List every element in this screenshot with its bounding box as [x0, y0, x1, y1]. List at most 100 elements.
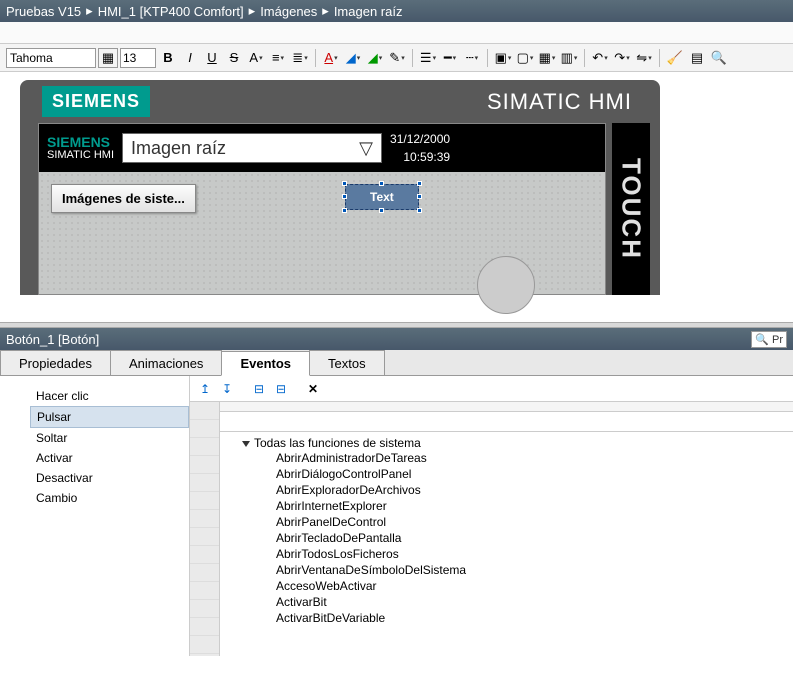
screen-header: SIEMENS SIMATIC HMI Imagen raíz ▽ 31/12/… — [39, 124, 605, 172]
line-width-icon[interactable]: ━▾ — [440, 48, 460, 68]
strikethrough-icon[interactable]: S — [224, 48, 244, 68]
tab-events[interactable]: Eventos — [221, 351, 310, 376]
function-item[interactable]: AbrirInternetExplorer — [242, 498, 793, 514]
siemens-small-logo: SIEMENS — [47, 135, 114, 149]
resize-handle-icon[interactable] — [417, 181, 422, 186]
delete-icon[interactable]: ✕ — [304, 380, 322, 398]
grid-header — [220, 402, 793, 412]
expand-icon[interactable]: ⊟ — [250, 380, 268, 398]
resize-handle-icon[interactable] — [379, 208, 384, 213]
zoom-icon[interactable]: 🔍 — [709, 48, 729, 68]
font-size-select[interactable] — [120, 48, 156, 68]
breadcrumb-2[interactable]: Imágenes — [260, 4, 317, 19]
highlight-icon[interactable]: ✎▾ — [387, 48, 407, 68]
device-title: SIMATIC HMI — [487, 89, 632, 115]
clean-icon[interactable]: 🧹 — [665, 48, 685, 68]
event-detail: ↥ ↧ ⊟ ⊟ ✕ Todas las funciones de sistema… — [190, 376, 793, 656]
italic-icon[interactable]: I — [180, 48, 200, 68]
function-item[interactable]: AbrirVentanaDeSímboloDelSistema — [242, 562, 793, 578]
font-scale-icon[interactable]: A▾ — [246, 48, 266, 68]
resize-handle-icon[interactable] — [417, 208, 422, 213]
chevron-right-icon: ▸ — [322, 3, 329, 19]
event-type-list: Hacer clicPulsarSoltarActivarDesactivarC… — [0, 376, 190, 656]
breadcrumb: Pruebas V15 ▸ HMI_1 [KTP400 Comfort] ▸ I… — [0, 0, 793, 22]
screen-name-dropdown[interactable]: Imagen raíz ▽ — [122, 133, 382, 163]
circle-shape[interactable] — [477, 256, 535, 314]
function-item[interactable]: AbrirPanelDeControl — [242, 514, 793, 530]
properties-toggle-icon[interactable]: 🔍 Pr — [751, 331, 787, 348]
rotate-right-icon[interactable]: ↷▾ — [612, 48, 632, 68]
system-images-button[interactable]: Imágenes de siste... — [51, 184, 196, 213]
underline-icon[interactable]: U — [202, 48, 222, 68]
grid-row-headers — [190, 402, 220, 656]
resize-handle-icon[interactable] — [379, 181, 384, 186]
triangle-down-icon — [242, 441, 250, 447]
text-button-element[interactable]: Text — [345, 184, 419, 210]
selected-object-label: Botón_1 [Botón] — [6, 332, 99, 347]
function-group[interactable]: Todas las funciones de sistema — [242, 436, 793, 450]
function-item[interactable]: AbrirExploradorDeArchivos — [242, 482, 793, 498]
event-item-pulsar[interactable]: Pulsar — [30, 406, 189, 428]
event-item-hacer-clic[interactable]: Hacer clic — [30, 386, 189, 406]
fill-color-icon[interactable]: ◢▾ — [343, 48, 363, 68]
font-family-select[interactable] — [6, 48, 96, 68]
simatic-small-label: SIMATIC HMI — [47, 149, 114, 161]
event-item-soltar[interactable]: Soltar — [30, 428, 189, 448]
resize-handle-icon[interactable] — [342, 208, 347, 213]
align-center-icon[interactable]: ≣▾ — [290, 48, 310, 68]
function-editor-row[interactable] — [220, 412, 793, 432]
formatting-toolbar: ▦ B I U S A▾ ≡▾ ≣▾ A▾ ◢▾ ◢▾ ✎▾ ☰▾ ━▾ ┄▾ … — [0, 44, 793, 72]
hmi-device-frame: SIEMENS SIMATIC HMI SIEMENS SIMATIC HMI … — [20, 80, 660, 295]
breadcrumb-0[interactable]: Pruebas V15 — [6, 4, 81, 19]
move-down-icon[interactable]: ↧ — [218, 380, 236, 398]
strip — [0, 22, 793, 44]
font-family-picker-icon[interactable]: ▦ — [98, 48, 118, 68]
event-detail-toolbar: ↥ ↧ ⊟ ⊟ ✕ — [190, 376, 793, 402]
tab-animations[interactable]: Animaciones — [110, 350, 222, 375]
function-item[interactable]: AbrirDiálogoControlPanel — [242, 466, 793, 482]
align-tool-icon[interactable]: ▤ — [687, 48, 707, 68]
collapse-icon[interactable]: ⊟ — [272, 380, 290, 398]
event-item-cambio[interactable]: Cambio — [30, 488, 189, 508]
function-item[interactable]: AbrirTecladoDePantalla — [242, 530, 793, 546]
function-item[interactable]: AccesoWebActivar — [242, 578, 793, 594]
touch-label: TOUCH — [612, 123, 650, 295]
ungroup-icon[interactable]: ▥▾ — [559, 48, 579, 68]
group-icon[interactable]: ▦▾ — [537, 48, 557, 68]
function-item[interactable]: ActivarBitDeVariable — [242, 610, 793, 626]
text-button-label: Text — [370, 190, 394, 204]
function-item[interactable]: AbrirAdministradorDeTareas — [242, 450, 793, 466]
rotate-left-icon[interactable]: ↶▾ — [590, 48, 610, 68]
layer-front-icon[interactable]: ▣▾ — [493, 48, 513, 68]
tab-properties[interactable]: Propiedades — [0, 350, 111, 375]
event-item-desactivar[interactable]: Desactivar — [30, 468, 189, 488]
resize-handle-icon[interactable] — [342, 194, 347, 199]
layer-back-icon[interactable]: ▢▾ — [515, 48, 535, 68]
events-panel: Hacer clicPulsarSoltarActivarDesactivarC… — [0, 376, 793, 656]
tab-texts[interactable]: Textos — [309, 350, 385, 375]
function-item[interactable]: AbrirTodosLosFicheros — [242, 546, 793, 562]
line-style-icon[interactable]: ☰▾ — [418, 48, 438, 68]
function-item[interactable]: ActivarBit — [242, 594, 793, 610]
flip-icon[interactable]: ⇋▾ — [634, 48, 654, 68]
time-display: 10:59:39 — [390, 148, 450, 166]
date-display: 31/12/2000 — [390, 130, 450, 148]
screen-name-value: Imagen raíz — [131, 138, 226, 159]
breadcrumb-1[interactable]: HMI_1 [KTP400 Comfort] — [98, 4, 244, 19]
event-item-activar[interactable]: Activar — [30, 448, 189, 468]
chevron-right-icon: ▸ — [86, 3, 93, 19]
line-dash-icon[interactable]: ┄▾ — [462, 48, 482, 68]
font-color-icon[interactable]: A▾ — [321, 48, 341, 68]
resize-handle-icon[interactable] — [417, 194, 422, 199]
system-functions-tree: Todas las funciones de sistema AbrirAdmi… — [220, 432, 793, 626]
inspector-header: Botón_1 [Botón] 🔍 Pr — [0, 328, 793, 350]
breadcrumb-3[interactable]: Imagen raíz — [334, 4, 403, 19]
design-canvas[interactable]: SIEMENS SIMATIC HMI SIEMENS SIMATIC HMI … — [0, 72, 793, 322]
chevron-down-icon: ▽ — [359, 138, 373, 159]
line-color-icon[interactable]: ◢▾ — [365, 48, 385, 68]
align-left-icon[interactable]: ≡▾ — [268, 48, 288, 68]
move-up-icon[interactable]: ↥ — [196, 380, 214, 398]
bold-icon[interactable]: B — [158, 48, 178, 68]
hmi-screen[interactable]: SIEMENS SIMATIC HMI Imagen raíz ▽ 31/12/… — [38, 123, 606, 295]
resize-handle-icon[interactable] — [342, 181, 347, 186]
